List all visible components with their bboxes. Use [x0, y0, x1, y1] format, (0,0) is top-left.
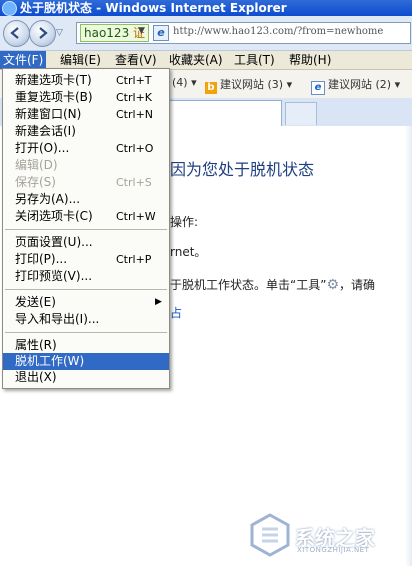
- menu-file[interactable]: 文件(F): [0, 51, 47, 69]
- menu-item-save: 保存(S) Ctrl+S: [3, 174, 169, 191]
- favorites-item-suggested-sites-2[interactable]: e 建议网站 (2) ▾: [311, 76, 400, 95]
- menu-item-shortcut: Ctrl+O: [116, 142, 154, 155]
- menu-separator: [5, 332, 167, 333]
- menu-item-label: 新建选项卡(T): [15, 73, 92, 87]
- address-bar[interactable]: hao123 证 ▼ e http://www.hao123.com/?from…: [76, 22, 411, 44]
- url-text[interactable]: http://www.hao123.com/?from=newhome: [173, 26, 383, 37]
- menu-item-label: 打印(P)...: [15, 252, 68, 266]
- menu-item-label: 打开(O)...: [15, 141, 70, 155]
- navigation-bar: ▽ hao123 证 ▼ e http://www.hao123.com/?fr…: [0, 16, 412, 51]
- menu-item-label: 退出(X): [15, 370, 57, 384]
- window-title: 处于脱机状态 - Windows Internet Explorer: [20, 1, 287, 15]
- page-ie-icon: e: [153, 25, 169, 41]
- favorites-item-suggested-sites-1[interactable]: b 建议网站 (3) ▾: [205, 76, 292, 94]
- menu-item-send[interactable]: 发送(E) ▶: [3, 294, 169, 311]
- menu-item-label: 保存(S): [15, 175, 56, 189]
- menu-item-new-window[interactable]: 新建窗口(N) Ctrl+N: [3, 106, 169, 123]
- menu-separator: [5, 289, 167, 290]
- watermark: 系统之家 XITONGZHIJIA.NET: [245, 508, 405, 560]
- back-arrow-icon: [10, 27, 19, 39]
- menu-item-work-offline[interactable]: 脱机工作(W): [3, 353, 169, 370]
- instructions-line-1: 操作:: [170, 215, 199, 229]
- menu-item-properties[interactable]: 属性(R): [3, 337, 169, 354]
- menu-favorites[interactable]: 收藏夹(A): [166, 51, 226, 69]
- menu-item-save-as[interactable]: 另存为(A)...: [3, 191, 169, 208]
- favorites-item-2-label: 建议网站 (3): [220, 78, 284, 91]
- favorites-item-3-label: 建议网站 (2): [328, 78, 392, 91]
- favorites-item-1[interactable]: (4) ▾: [172, 76, 197, 89]
- site-tag-label: hao123: [84, 26, 130, 40]
- gear-icon: ⚙: [326, 277, 339, 293]
- menu-item-shortcut: Ctrl+P: [116, 253, 152, 266]
- forward-button[interactable]: [29, 20, 56, 47]
- menu-item-open[interactable]: 打开(O)... Ctrl+O: [3, 140, 169, 157]
- menu-item-label: 新建会话(I): [15, 124, 76, 138]
- tab-current[interactable]: [168, 100, 282, 127]
- file-menu: 新建选项卡(T) Ctrl+T 重复选项卡(B) Ctrl+K 新建窗口(N) …: [2, 68, 170, 389]
- menu-item-edit: 编辑(D): [3, 157, 169, 174]
- menu-item-label: 脱机工作(W): [15, 354, 85, 368]
- instructions-line-3-end: ，请确: [339, 278, 376, 292]
- menu-separator: [5, 229, 167, 230]
- menu-item-label: 导入和导出(I)...: [15, 312, 100, 326]
- menu-item-print[interactable]: 打印(P)... Ctrl+P: [3, 251, 169, 268]
- menu-item-close-tab[interactable]: 关闭选项卡(C) Ctrl+W: [3, 208, 169, 225]
- menu-item-label: 打印预览(V)...: [15, 269, 93, 283]
- menu-item-shortcut: Ctrl+S: [116, 176, 152, 189]
- menu-tools[interactable]: 工具(T): [231, 51, 278, 69]
- page-link-fragment[interactable]: 占: [170, 304, 182, 320]
- bing-icon: b: [205, 82, 217, 94]
- menu-item-label: 属性(R): [15, 338, 57, 352]
- menu-item-shortcut: Ctrl+N: [116, 108, 154, 121]
- instructions-line-3: 于脱机工作状态。单击“工具”⚙，请确: [170, 276, 375, 293]
- menu-help[interactable]: 帮助(H): [286, 51, 334, 69]
- watermark-logo-icon: [250, 513, 290, 557]
- menu-item-label: 发送(E): [15, 295, 56, 309]
- menu-item-shortcut: Ctrl+W: [116, 210, 156, 223]
- menu-item-label: 页面设置(U)...: [15, 235, 93, 249]
- menu-item-duplicate-tab[interactable]: 重复选项卡(B) Ctrl+K: [3, 89, 169, 106]
- site-tag-dropdown-icon[interactable]: ▼: [138, 26, 145, 36]
- ie-icon: e: [311, 81, 325, 95]
- menu-item-label: 新建窗口(N): [15, 107, 82, 121]
- ie-logo-icon: [2, 1, 17, 16]
- history-dropdown-icon[interactable]: ▽: [56, 28, 63, 38]
- forward-arrow-icon: [39, 27, 48, 39]
- menu-item-import-export[interactable]: 导入和导出(I)...: [3, 311, 169, 328]
- submenu-arrow-icon: ▶: [155, 297, 162, 307]
- menu-item-new-session[interactable]: 新建会话(I): [3, 123, 169, 140]
- favorites-item-1-label: (4): [172, 76, 188, 89]
- menu-item-page-setup[interactable]: 页面设置(U)...: [3, 234, 169, 251]
- menu-item-new-tab[interactable]: 新建选项卡(T) Ctrl+T: [3, 72, 169, 89]
- new-tab-button[interactable]: [285, 102, 317, 125]
- instructions-line-2: rnet。: [170, 245, 207, 259]
- menu-item-label: 重复选项卡(B): [15, 90, 93, 104]
- menu-item-exit[interactable]: 退出(X): [3, 369, 169, 386]
- menu-item-shortcut: Ctrl+K: [116, 91, 153, 104]
- title-bar: 处于脱机状态 - Windows Internet Explorer: [0, 0, 412, 16]
- instructions-line-3-text: 于脱机工作状态。单击“工具”: [170, 278, 327, 292]
- offline-heading: 因为您处于脱机状态: [170, 160, 315, 179]
- back-button[interactable]: [3, 20, 30, 47]
- window-right-edge: [405, 126, 412, 566]
- menu-item-label: 另存为(A)...: [15, 192, 81, 206]
- menu-item-label: 编辑(D): [15, 158, 58, 172]
- menu-view[interactable]: 查看(V): [112, 51, 160, 69]
- menu-edit[interactable]: 编辑(E): [57, 51, 104, 69]
- menu-item-label: 关闭选项卡(C): [15, 209, 93, 223]
- menu-item-shortcut: Ctrl+T: [116, 74, 152, 87]
- menu-item-print-preview[interactable]: 打印预览(V)...: [3, 268, 169, 285]
- watermark-subtext: XITONGZHIJIA.NET: [297, 546, 370, 554]
